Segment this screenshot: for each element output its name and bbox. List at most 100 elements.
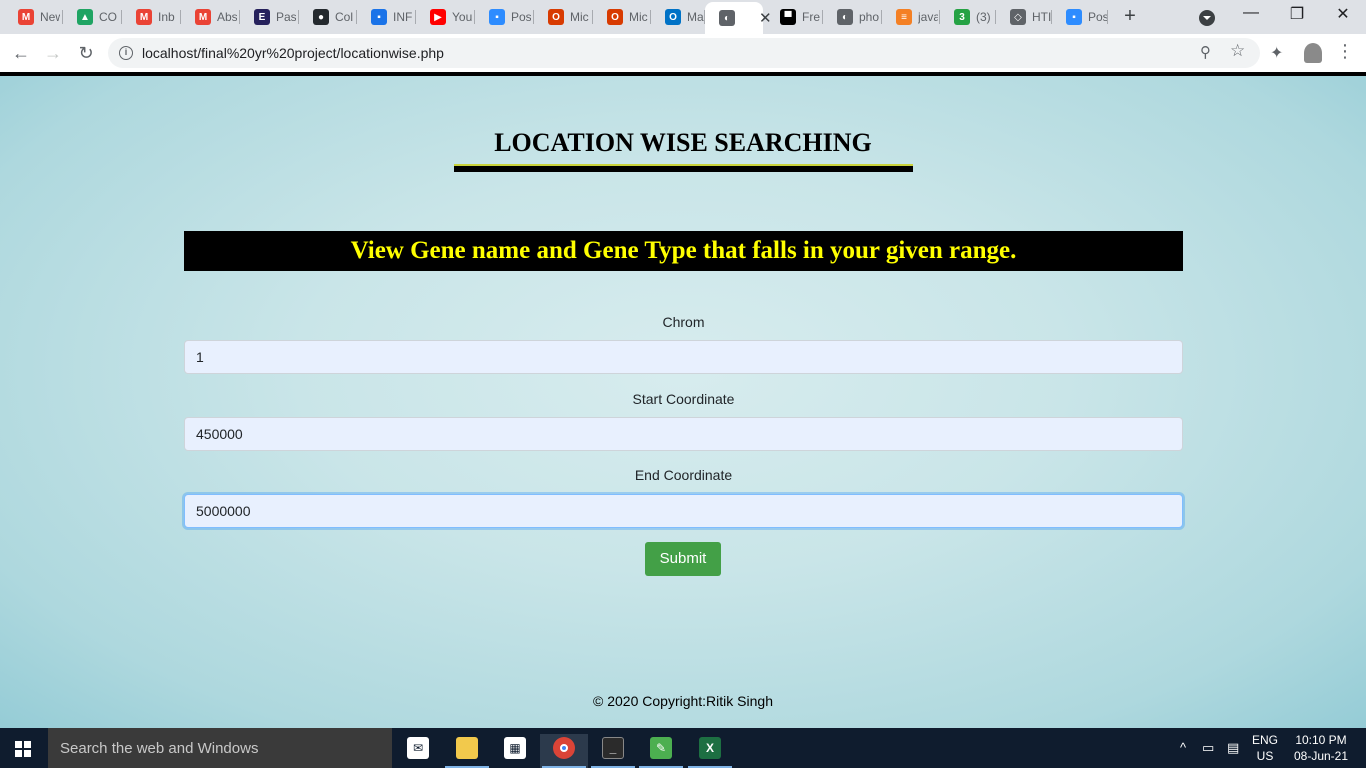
- tab-title: Inb: [158, 10, 175, 24]
- gmail-icon: M: [136, 9, 152, 25]
- browser-tab[interactable]: ● Col: [299, 4, 357, 30]
- browser-tab[interactable]: ▪ Pos: [1052, 4, 1108, 30]
- minimize-icon[interactable]: —: [1228, 4, 1274, 22]
- battery-icon[interactable]: ▭: [1202, 740, 1214, 756]
- page-title: LOCATION WISE SEARCHING: [494, 128, 872, 157]
- system-clock[interactable]: 10:10 PM 08-Jun-21: [1290, 732, 1352, 764]
- browser-tab[interactable]: ◐ pho: [823, 4, 882, 30]
- browser-tab[interactable]: ▲ CO: [63, 4, 122, 30]
- clock-time: 10:10 PM: [1295, 733, 1347, 747]
- tab-title: Abs: [217, 10, 237, 24]
- contact-icon: ▪: [371, 9, 387, 25]
- tab-title: INF: [393, 10, 413, 24]
- url-text[interactable]: localhost/final%20yr%20project/locationw…: [142, 45, 444, 61]
- store-icon[interactable]: ▦: [491, 734, 539, 768]
- forward-arrow-icon[interactable]: →: [40, 40, 66, 66]
- end-coordinate-input[interactable]: 5000000: [184, 494, 1183, 528]
- chrom-input[interactable]: 1: [184, 340, 1183, 374]
- mail-app-icon[interactable]: ✉: [394, 734, 442, 768]
- browser-tab[interactable]: ≡ java: [882, 4, 940, 30]
- tray-chevron-icon[interactable]: ^: [1180, 740, 1186, 755]
- excel-icon[interactable]: X: [686, 734, 734, 768]
- back-arrow-icon[interactable]: ←: [8, 40, 34, 66]
- file-explorer-icon[interactable]: [443, 734, 491, 768]
- language-indicator[interactable]: ENG US: [1250, 732, 1280, 764]
- tab-title: New: [40, 10, 60, 24]
- tab-title: (3): [976, 10, 991, 24]
- browser-tab[interactable]: ▀ Fre: [766, 4, 823, 30]
- tab-title: Col: [335, 10, 354, 24]
- drive-icon: ▲: [77, 9, 93, 25]
- tab-title: HTI: [1032, 10, 1052, 24]
- taskbar-search-placeholder: Search the web and Windows: [60, 740, 259, 757]
- globe-icon: ◐: [719, 10, 735, 26]
- browser-menu-icon[interactable]: ⋮: [1336, 41, 1354, 62]
- tab-title: Ma: [687, 10, 704, 24]
- browser-tab[interactable]: M New: [4, 4, 63, 30]
- site-info-icon[interactable]: i: [119, 46, 133, 60]
- globe-icon: ◐: [837, 9, 853, 25]
- browser-tab[interactable]: M Abs: [181, 4, 240, 30]
- zoom-icon: ▪: [1066, 9, 1082, 25]
- terminal-icon[interactable]: _: [589, 734, 637, 768]
- site-icon: E: [254, 9, 270, 25]
- browser-tab[interactable]: M Inb: [122, 4, 181, 30]
- tab-title: You: [452, 10, 472, 24]
- tab-title: Pas: [276, 10, 296, 24]
- title-underline: [454, 164, 913, 172]
- browser-tab[interactable]: E Pas: [240, 4, 299, 30]
- browser-tab[interactable]: ▪ INF: [357, 4, 416, 30]
- zoom-icon[interactable]: ⚲: [1200, 43, 1211, 61]
- start-coordinate-input[interactable]: 450000: [184, 417, 1183, 451]
- site-icon: ◇: [1010, 9, 1026, 25]
- submit-button[interactable]: Submit: [645, 542, 721, 576]
- office-icon: O: [548, 9, 564, 25]
- address-bar[interactable]: i localhost/final%20yr%20project/locatio…: [108, 38, 1260, 68]
- windows-taskbar: Search the web and Windows ✉ ▦ _ ✎ X ^ ▭…: [0, 728, 1366, 768]
- taskbar-search-box[interactable]: Search the web and Windows: [48, 728, 392, 768]
- browser-tab[interactable]: ▶ You: [416, 4, 475, 30]
- language-code: ENG: [1251, 733, 1278, 747]
- windows-start-icon[interactable]: [15, 741, 31, 757]
- end-coordinate-label: End Coordinate: [634, 467, 733, 483]
- chrome-icon[interactable]: [540, 734, 588, 768]
- tab-title: Fre: [802, 10, 820, 24]
- new-tab-button[interactable]: +: [1118, 5, 1142, 28]
- youtube-icon: ▶: [430, 9, 446, 25]
- clock-date: 08-Jun-21: [1293, 749, 1349, 763]
- tab-title: Mic: [570, 10, 589, 24]
- tab-title: CO: [99, 10, 117, 24]
- page-content: LOCATION WISE SEARCHING View Gene name a…: [0, 76, 1366, 728]
- reload-icon[interactable]: ↻: [73, 40, 99, 66]
- tab-title: Pos: [1088, 10, 1108, 24]
- zoom-icon: ▪: [489, 9, 505, 25]
- browser-tab[interactable]: ▪ Pos: [475, 4, 534, 30]
- notification-icon[interactable]: ▤: [1227, 740, 1239, 756]
- tab-title: Mic: [629, 10, 648, 24]
- tab-search-icon[interactable]: [1199, 10, 1215, 26]
- profile-avatar[interactable]: [1304, 43, 1322, 63]
- outlook-icon: O: [665, 9, 681, 25]
- browser-tab-strip: + — ❐ ✕ M New ▲ CO M Inb M Abs E Pas ● Col ▪ INF ▶ You ▪…: [0, 0, 1366, 34]
- gmail-icon: M: [195, 9, 211, 25]
- browser-toolbar: ← → ↻ i localhost/final%20yr%20project/l…: [0, 34, 1366, 72]
- region-code: US: [1256, 749, 1274, 763]
- tab-separator: [1107, 10, 1108, 24]
- browser-tab[interactable]: O Mic: [534, 4, 593, 30]
- github-icon: ●: [313, 9, 329, 25]
- site-icon: ▀: [780, 9, 796, 25]
- bookmark-star-icon[interactable]: ☆: [1230, 41, 1245, 61]
- close-window-icon[interactable]: ✕: [1320, 4, 1366, 24]
- restore-icon[interactable]: ❐: [1274, 4, 1320, 24]
- browser-tab[interactable]: ◐ ✕: [705, 2, 772, 34]
- footer-copyright: © 2020 Copyright:Ritik Singh: [593, 693, 773, 709]
- browser-tab[interactable]: O Mic: [593, 4, 651, 30]
- gmail-icon: M: [18, 9, 34, 25]
- browser-tab[interactable]: ◇ HTI: [996, 4, 1052, 30]
- browser-tab[interactable]: 3 (3): [940, 4, 996, 30]
- browser-tab[interactable]: O Ma: [651, 4, 705, 30]
- start-coordinate-label: Start Coordinate: [632, 391, 735, 407]
- notepad-icon[interactable]: ✎: [637, 734, 685, 768]
- extensions-puzzle-icon[interactable]: ✦: [1270, 43, 1288, 62]
- badge-icon: 3: [954, 9, 970, 25]
